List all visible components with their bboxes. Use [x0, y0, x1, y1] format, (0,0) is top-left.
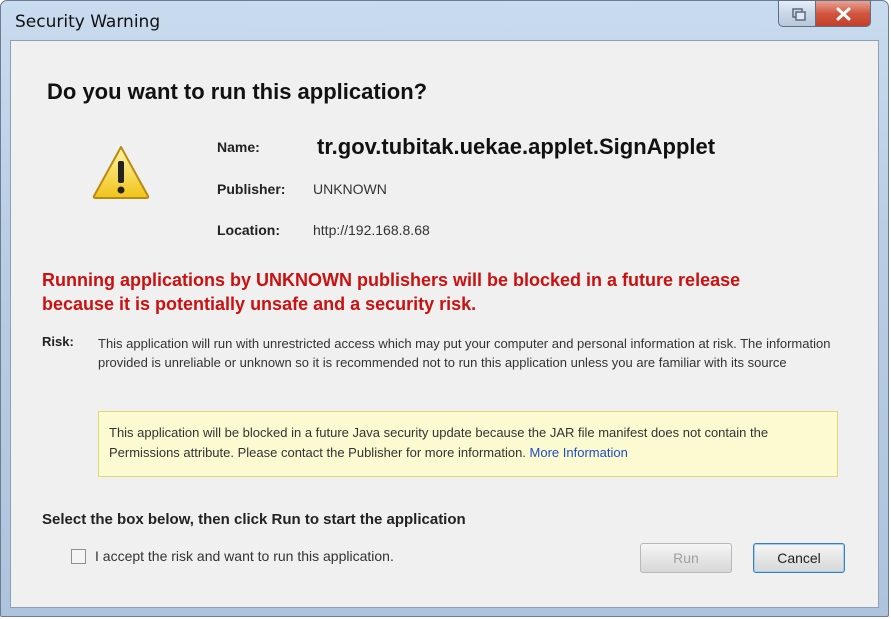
more-information-link[interactable]: More Information: [530, 445, 628, 460]
application-name: tr.gov.tubitak.uekae.applet.SignApplet: [317, 134, 716, 159]
location-value: http://192.168.8.68: [313, 222, 430, 238]
risk-label: Risk:: [42, 334, 74, 349]
dialog-heading: Do you want to run this application?: [47, 79, 428, 104]
warning-line-2: because it is potentially unsafe and a s…: [42, 294, 477, 314]
publisher-value: UNKNOWN: [313, 181, 387, 197]
cancel-button[interactable]: Cancel: [753, 543, 845, 573]
dialog-body: Do you want to run this application? Nam…: [10, 40, 879, 608]
risk-description: This application will run with unrestric…: [98, 336, 831, 370]
warning-icon: [92, 146, 150, 199]
location-label: Location:: [217, 222, 280, 238]
restore-button[interactable]: [778, 0, 816, 27]
select-instruction: Select the box below, then click Run to …: [42, 511, 466, 528]
notice-text: This application will be blocked in a fu…: [109, 425, 769, 460]
close-icon: [836, 7, 851, 21]
restore-icon: [792, 8, 806, 21]
blocked-warning: Running applications by UNKNOWN publishe…: [42, 268, 842, 316]
name-label: Name:: [217, 139, 260, 155]
publisher-label: Publisher:: [217, 181, 286, 197]
security-warning-window: Security Warning Do you want to run this…: [0, 0, 889, 617]
java-notice-box: This application will be blocked in a fu…: [98, 411, 838, 477]
window-title: Security Warning: [15, 12, 161, 32]
warning-line-1: Running applications by UNKNOWN publishe…: [42, 270, 741, 290]
title-bar[interactable]: Security Warning: [1, 0, 888, 41]
close-button[interactable]: [815, 0, 871, 27]
accept-risk-label[interactable]: I accept the risk and want to run this a…: [95, 548, 394, 564]
run-button[interactable]: Run: [640, 543, 732, 573]
accept-risk-checkbox[interactable]: [71, 549, 86, 564]
